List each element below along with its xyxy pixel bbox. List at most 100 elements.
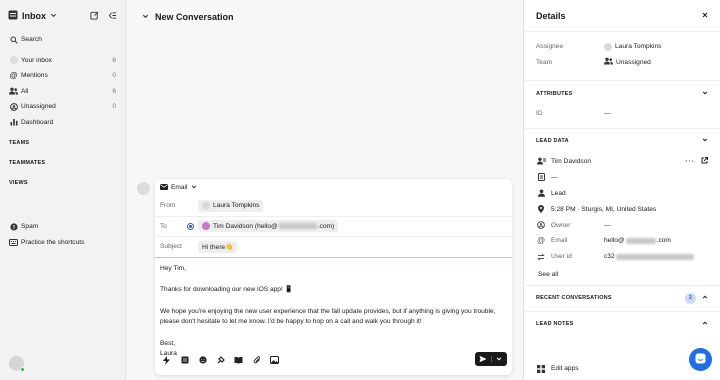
composer-toolbar	[160, 352, 507, 367]
search-icon	[9, 35, 18, 44]
body-paragraph: Thanks for downloading our new iOS app! …	[160, 286, 293, 293]
sidebar-item-count: 0	[112, 72, 116, 80]
emoji-icon[interactable]	[196, 354, 209, 366]
close-icon[interactable]	[702, 12, 708, 20]
chevron-down-icon[interactable]	[191, 184, 197, 192]
assignee-label: Assignee	[536, 43, 564, 51]
swap-icon	[536, 253, 546, 261]
lead-detail-value: —	[551, 173, 558, 181]
location-value: 5:28 PM · Sturgis, MI, United States	[551, 205, 657, 213]
section-title: LEAD NOTES	[536, 321, 574, 328]
compose-icon[interactable]	[90, 11, 99, 22]
lead-type-row[interactable]: Lead	[524, 185, 720, 201]
sidebar-item-dashboard[interactable]: Dashboard	[0, 115, 125, 131]
teammates-section[interactable]: TEAMMATES	[0, 156, 125, 170]
sidebar-item-unassigned[interactable]: Unassigned 0	[0, 99, 125, 115]
channel-selector[interactable]: Email	[171, 184, 188, 191]
subject-row[interactable]: Subject Hi there👋	[155, 237, 512, 258]
alert-icon	[9, 222, 18, 231]
details-title: Details	[536, 10, 566, 21]
chevron-down-icon	[702, 90, 708, 98]
chevron-down-icon[interactable]	[142, 12, 149, 22]
more-icon[interactable]: ···	[685, 158, 695, 165]
sidebar-item-your-inbox[interactable]: Your inbox 6	[0, 53, 125, 69]
at-sign-icon: @	[9, 71, 18, 81]
email-row[interactable]: @ Email hello@ .com	[524, 233, 720, 249]
collapse-sidebar-icon[interactable]	[108, 11, 117, 22]
see-all-link[interactable]: See all	[524, 265, 720, 285]
to-value: Tim Davidson (hello@	[213, 222, 278, 230]
count-badge: 2	[685, 292, 696, 304]
article-icon[interactable]	[178, 354, 191, 366]
apps-icon	[536, 364, 546, 373]
edit-apps-button[interactable]: Edit apps	[524, 361, 591, 377]
search-label: Search	[21, 36, 42, 44]
subject-value[interactable]: Hi there👋	[198, 240, 238, 253]
chevron-down-icon[interactable]	[490, 356, 508, 362]
to-chip[interactable]: Tim Davidson (hello@ .com)	[198, 220, 339, 233]
avatar	[202, 222, 210, 231]
messenger-launcher[interactable]	[689, 348, 712, 371]
owner-row[interactable]: Owner —	[524, 217, 720, 233]
views-section[interactable]: VIEWS	[0, 176, 125, 190]
redacted-email	[625, 237, 656, 244]
sidebar-item-all[interactable]: All 6	[0, 84, 125, 100]
recent-conversations-section[interactable]: RECENT CONVERSATIONS 2	[524, 284, 720, 311]
sidebar-item-label: Practice the shortcuts	[21, 238, 85, 246]
user-icon	[536, 189, 546, 197]
sidebar-item-mentions[interactable]: @ Mentions 0	[0, 68, 125, 84]
sidebar-item-shortcuts[interactable]: Practice the shortcuts	[0, 235, 125, 251]
from-row: From Laura Tompkins	[155, 196, 512, 217]
see-all-label: See all	[538, 271, 559, 279]
lead-name-row[interactable]: Tim Davidson ···	[524, 154, 720, 170]
team-row[interactable]: Team Unassigned	[524, 55, 720, 71]
radio-icon[interactable]	[187, 222, 194, 230]
sidebar-item-label: Mentions	[21, 72, 48, 80]
book-icon[interactable]	[232, 354, 245, 366]
redacted-email	[278, 223, 317, 230]
chevron-down-icon[interactable]	[50, 12, 57, 21]
sidebar-item-spam[interactable]: Spam	[0, 219, 125, 235]
body-paragraph: Best,	[160, 339, 176, 347]
email-composer: Email From Laura Tompkins To Tim Davidso…	[155, 179, 512, 375]
bar-chart-icon	[9, 118, 18, 127]
document-icon	[536, 173, 546, 182]
id-label: ID	[536, 110, 543, 118]
lead-detail-row[interactable]: —	[524, 169, 720, 185]
sidebar-item-label: All	[21, 87, 29, 95]
lead-data-section[interactable]: LEAD DATA	[524, 127, 720, 154]
chevron-up-icon	[702, 320, 708, 328]
user-avatar[interactable]	[9, 356, 25, 372]
section-title: ATTRIBUTES	[536, 90, 573, 97]
app-icon[interactable]	[214, 354, 227, 366]
redacted-userid	[615, 253, 694, 260]
id-value: —	[604, 110, 611, 118]
people-icon	[604, 57, 613, 67]
image-icon[interactable]	[268, 354, 281, 366]
lead-notes-section[interactable]: LEAD NOTES	[524, 310, 720, 337]
email-body[interactable]: Hey Tim, Thanks for downloading our new …	[155, 258, 512, 366]
id-row[interactable]: ID —	[524, 106, 720, 122]
inbox-title[interactable]: Inbox	[22, 11, 46, 21]
chevron-up-icon	[702, 294, 708, 302]
attributes-section[interactable]: ATTRIBUTES	[524, 80, 720, 106]
external-link-icon[interactable]	[701, 156, 708, 166]
assignee-row[interactable]: Assignee Laura Tompkins	[524, 39, 720, 55]
send-button[interactable]	[475, 352, 507, 366]
email-value-end: .com	[656, 237, 671, 245]
send-icon	[475, 355, 491, 363]
location-row[interactable]: 5:28 PM · Sturgis, MI, United States	[524, 201, 720, 217]
sidebar-item-count: 6	[112, 87, 116, 95]
from-chip[interactable]: Laura Tompkins	[198, 199, 264, 212]
attachment-icon[interactable]	[250, 354, 263, 366]
keyboard-icon	[9, 238, 18, 247]
lightning-icon[interactable]	[160, 354, 173, 366]
edit-apps-label: Edit apps	[551, 365, 579, 373]
people-icon	[9, 87, 18, 96]
search-item[interactable]: Search	[0, 32, 125, 48]
owner-label: Owner	[551, 221, 571, 229]
section-title: RECENT CONVERSATIONS	[536, 295, 612, 302]
userid-row[interactable]: User id c32	[524, 249, 720, 265]
avatar	[604, 42, 612, 51]
teams-section[interactable]: TEAMS	[0, 136, 125, 150]
